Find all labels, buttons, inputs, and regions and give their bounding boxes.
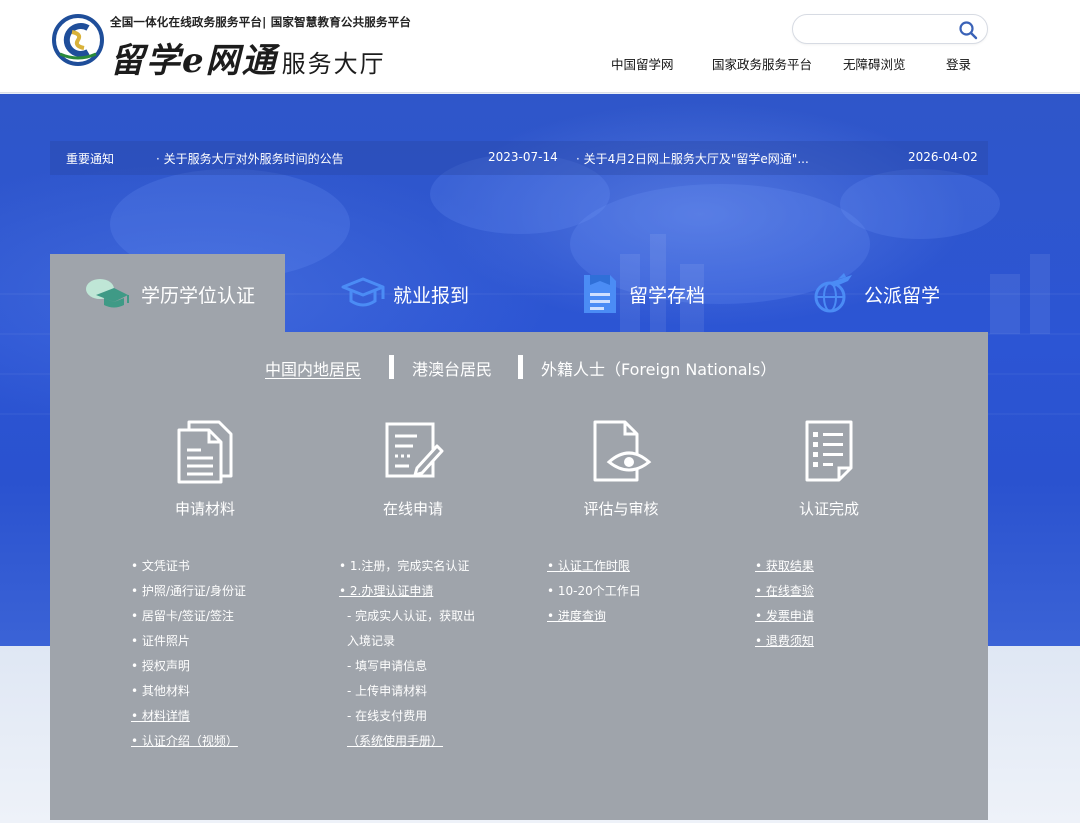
list-item: • 居留卡/签证/签注 [131, 609, 234, 623]
materials-list: • 文凭证书 • 护照/通行证/身份证 • 居留卡/签证/签注 • 证件照片 • 授权声… [131, 556, 246, 756]
region-separator [389, 355, 394, 379]
list-item: - 完成实人认证，获取出 [347, 609, 476, 623]
list-item[interactable]: • 获取结果 [755, 556, 814, 581]
list-item: • 其他材料 [131, 684, 190, 698]
tab-label: 留学存档 [629, 285, 706, 307]
list-item: 入境记录 [347, 634, 396, 648]
nav-gov-service-link[interactable]: 国家政务服务平台 [712, 54, 812, 73]
tab-employment-registration[interactable]: 就业报到 [285, 254, 520, 332]
list-item[interactable]: • 2.办理认证申请 [339, 581, 475, 606]
graduation-cap-outline-icon [341, 277, 385, 307]
region-tab-mainland[interactable]: 中国内地居民 [265, 356, 361, 380]
list-item: • 证件照片 [131, 634, 190, 648]
archive-folder-icon [584, 275, 616, 313]
search-box [792, 14, 988, 44]
nav-cscse-link[interactable]: 中国留学网 [611, 54, 674, 73]
list-item: • 1.注册，完成实名认证 [339, 559, 470, 573]
list-item: - 在线支付费用 [347, 709, 428, 723]
graduation-cap-icon [86, 279, 129, 308]
tab-study-archive[interactable]: 留学存档 [520, 254, 754, 332]
notice-item-date: 2026-04-02 [908, 150, 978, 164]
tab-label: 学历学位认证 [141, 285, 256, 307]
complete-list: • 获取结果 • 在线查验 • 发票申请 • 退费须知 [755, 556, 814, 656]
documents-icon [177, 420, 233, 484]
search-icon[interactable] [958, 20, 978, 40]
document-eye-icon [593, 420, 652, 482]
step-label-online-apply: 在线申请 [382, 500, 443, 518]
online-apply-list: • 1.注册，完成实名认证 • 2.办理认证申请 - 完成实人认证，获取出 入境记录 -… [339, 556, 475, 756]
list-item: • 护照/通行证/身份证 [131, 584, 246, 598]
notice-item-title[interactable]: · 关于服务大厅对外服务时间的公告 [156, 150, 344, 167]
platform-subtitle: 全国一体化在线政务服务平台| 国家智慧教育公共服务平台 [110, 15, 412, 29]
list-item[interactable]: • 认证介绍（视频） [131, 731, 246, 756]
search-input[interactable] [805, 19, 955, 39]
checklist-icon [805, 420, 853, 482]
step-label-review: 评估与审核 [583, 500, 659, 518]
list-item[interactable]: • 材料详情 [131, 706, 246, 731]
list-item[interactable]: • 进度查询 [547, 606, 641, 631]
region-separator [518, 355, 523, 379]
region-tab-hk-macao-taiwan[interactable]: 港澳台居民 [412, 356, 492, 380]
notice-bar: 重要通知 · 关于服务大厅对外服务时间的公告 2023-07-14 · 关于4月… [50, 141, 988, 175]
tab-degree-certification[interactable]: 学历学位认证 [50, 254, 285, 332]
notice-item-title[interactable]: · 关于4月2日网上服务大厅及"留学e网通"... [576, 150, 809, 167]
list-item[interactable]: • 在线查验 [755, 581, 814, 606]
list-item: • 授权声明 [131, 659, 190, 673]
list-item[interactable]: • 退费须知 [755, 631, 814, 656]
list-item[interactable]: • 认证工作时限 [547, 556, 641, 581]
globe-plane-icon [814, 273, 852, 313]
region-tabs: 中国内地居民 港澳台居民 外籍人士（Foreign Nationals） [0, 356, 1080, 380]
list-item[interactable]: • 发票申请 [755, 606, 814, 631]
region-tab-foreign-nationals[interactable]: 外籍人士（Foreign Nationals） [541, 356, 776, 380]
notice-label: 重要通知 [66, 152, 115, 166]
list-item: • 文凭证书 [131, 559, 190, 573]
tab-label: 就业报到 [393, 285, 470, 307]
step-label-complete: 认证完成 [798, 500, 859, 518]
review-list: • 认证工作时限 • 10-20个工作日 • 进度查询 [547, 556, 641, 631]
tab-label: 公派留学 [864, 285, 941, 307]
top-nav: 中国留学网 国家政务服务平台 无障碍浏览 登录 [0, 54, 1080, 72]
site-header: 全国一体化在线政务服务平台| 国家智慧教育公共服务平台 留学e网通 服务大厅 中国… [0, 0, 1080, 93]
step-label-materials: 申请材料 [174, 500, 235, 518]
list-item: - 填写申请信息 [347, 659, 428, 673]
nav-login-link[interactable]: 登录 [946, 54, 971, 73]
form-edit-icon [385, 422, 444, 478]
notice-item-date: 2023-07-14 [488, 150, 558, 164]
tab-government-sponsored[interactable]: 公派留学 [754, 254, 988, 332]
list-item: • 10-20个工作日 [547, 584, 641, 598]
nav-accessibility-link[interactable]: 无障碍浏览 [843, 54, 906, 73]
list-item: - 上传申请材料 [347, 684, 428, 698]
list-item[interactable]: （系统使用手册） [339, 731, 475, 756]
